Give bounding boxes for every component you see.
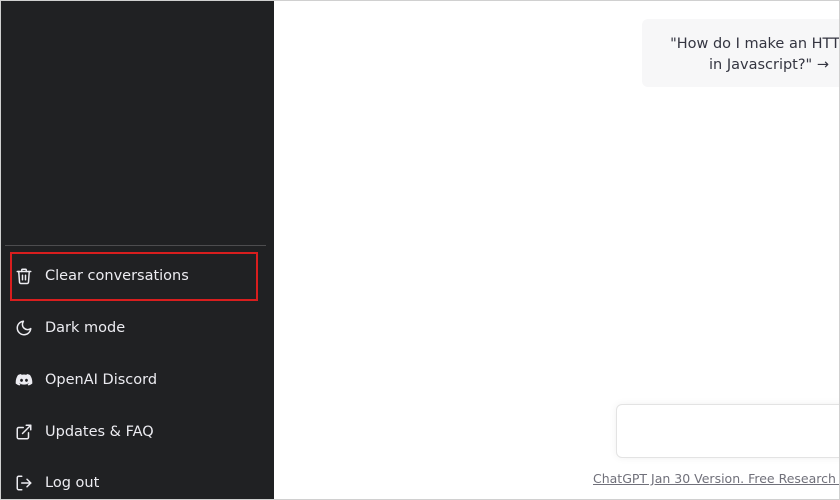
message-input[interactable] — [616, 404, 839, 458]
highlight-box — [10, 252, 258, 301]
openai-discord-link[interactable]: OpenAI Discord — [1, 358, 274, 402]
moon-icon — [15, 319, 33, 337]
example-prompt-line-1: "How do I make an HTTP re — [670, 36, 840, 52]
dark-mode-button[interactable]: Dark mode — [1, 306, 274, 350]
openai-discord-label: OpenAI Discord — [45, 372, 158, 388]
discord-icon — [15, 371, 33, 389]
version-link[interactable]: ChatGPT Jan 30 Version. Free Research Pr… — [593, 471, 839, 486]
sidebar-divider — [5, 245, 266, 246]
updates-faq-label: Updates & FAQ — [45, 424, 154, 440]
log-out-label: Log out — [45, 475, 100, 491]
app-window: Clear conversations Dark mode OpenAI Dis… — [0, 0, 840, 500]
example-prompt-line-2: in Javascript?" → — [709, 57, 829, 73]
main-panel: "How do I make an HTTP re in Javascript?… — [274, 1, 840, 499]
example-prompt-card[interactable]: "How do I make an HTTP re in Javascript?… — [642, 19, 840, 87]
sidebar: Clear conversations Dark mode OpenAI Dis… — [1, 1, 274, 499]
external-link-icon — [15, 423, 33, 441]
logout-icon — [15, 474, 33, 492]
log-out-button[interactable]: Log out — [1, 461, 274, 499]
updates-faq-link[interactable]: Updates & FAQ — [1, 410, 274, 454]
dark-mode-label: Dark mode — [45, 320, 126, 336]
